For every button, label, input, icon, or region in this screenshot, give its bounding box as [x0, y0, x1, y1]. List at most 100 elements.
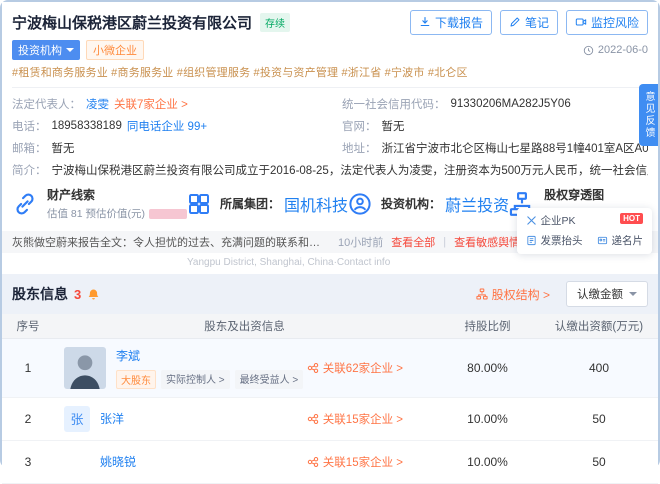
relation-nodes-icon — [307, 413, 319, 425]
investor-org-label: 投资机构： — [381, 195, 441, 212]
related-companies-label: 关联15家企业 > — [323, 411, 403, 427]
column-header-ratio: 持股比例 — [435, 314, 540, 338]
company-info-grid: 法定代表人： 凌雯 关联7家企业 > 统一社会信用代码： 91330206MA2… — [12, 96, 648, 178]
small-enterprise-tag: 小微企业 — [86, 40, 144, 60]
company-pk-label: 企业PK — [541, 213, 576, 228]
monitor-risk-button[interactable]: 监控风险 — [566, 10, 648, 35]
business-card-button[interactable]: 递名片 — [597, 233, 644, 248]
investor-tag[interactable]: 投资机构 — [12, 40, 80, 60]
column-header-amount: 认缴出资额(万元) — [540, 314, 658, 338]
translation-overlay-text: Yangpu District, Shanghai, China·Contact… — [187, 257, 658, 272]
legal-rep-link[interactable]: 凌雯 — [86, 96, 109, 112]
shareholder-row: 1 李斌 大股东 实际控制人 > 最终受益人 > — [2, 338, 658, 397]
related-companies-link[interactable]: 关联62家企业 > — [307, 360, 403, 376]
chevron-down-icon — [66, 48, 74, 56]
asset-clue-sub: 估值 81 预估价值(元) — [47, 206, 145, 221]
shareholding-ratio: 80.00% — [435, 338, 540, 397]
shareholder-avatar-initial[interactable]: 张 — [64, 406, 90, 432]
industry-hashtags[interactable]: #租赁和商务服务业 #商务服务业 #组织管理服务 #投资与资产管理 #浙江省 #… — [12, 64, 648, 80]
download-report-label: 下载报告 — [435, 14, 483, 31]
invoice-title-button[interactable]: 发票抬头 — [526, 233, 583, 248]
shareholding-ratio: 10.00% — [435, 397, 540, 440]
asset-clue-title: 财产线索 — [47, 186, 187, 203]
pencil-icon — [509, 16, 521, 28]
note-button[interactable]: 笔记 — [500, 10, 558, 35]
equity-structure-link[interactable]: 股权结构 > — [476, 286, 550, 303]
group-card[interactable]: 所属集团： 国机科技 — [187, 186, 348, 221]
floating-toolbar: 企业PK 发票抬头 HOT 递名片 — [517, 208, 653, 254]
address-label: 地址： — [342, 140, 377, 156]
asset-clue-card[interactable]: 财产线索 估值 81 预估价值(元) — [12, 186, 187, 221]
hot-badge: HOT — [620, 213, 643, 224]
major-shareholder-tag: 大股东 — [116, 370, 156, 389]
row-index: 2 — [2, 397, 54, 440]
credit-code-label: 统一社会信用代码： — [342, 96, 446, 112]
related-companies-link[interactable]: 关联15家企业 > — [307, 411, 403, 427]
group-link[interactable]: 国机科技 — [284, 192, 348, 216]
chain-link-icon — [12, 191, 38, 217]
company-header-card: 宁波梅山保税港区蔚兰投资有限公司 存续 下载报告 笔记 监控风险 投资机构 小微… — [2, 2, 658, 231]
intro-text: 宁波梅山保税港区蔚兰投资有限公司成立于2016-08-25，法定代表人为凌雯，注… — [52, 162, 649, 178]
subscribed-amount: 400 — [540, 338, 658, 397]
download-report-button[interactable]: 下载报告 — [410, 10, 492, 35]
monitor-camera-icon — [575, 16, 587, 28]
phone-label: 电话： — [12, 118, 47, 134]
clock-icon — [583, 45, 594, 56]
shareholders-title: 股东信息 — [12, 284, 68, 304]
subscribed-amount: 50 — [540, 397, 658, 440]
note-label: 笔记 — [525, 14, 549, 31]
monitor-risk-label: 监控风险 — [591, 14, 639, 31]
equity-penetration-title: 股权穿透图 — [544, 186, 628, 203]
company-pk-button[interactable]: 企业PK — [526, 213, 583, 228]
business-card-icon — [597, 235, 608, 246]
equity-structure-label: 股权结构 > — [492, 286, 550, 303]
shareholders-count: 3 — [74, 287, 81, 302]
group-label: 所属集团： — [220, 195, 280, 212]
credit-code-value: 91330206MA282J5Y06 — [451, 98, 571, 110]
grid-icon — [187, 192, 211, 216]
shareholding-ratio: 10.00% — [435, 440, 540, 483]
column-header-index: 序号 — [2, 314, 54, 338]
intro-label: 简介： — [12, 162, 47, 178]
view-all-news-link[interactable]: 查看全部 — [391, 234, 435, 250]
shareholder-row: 2 张 张洋 关联15家企业 > 10 — [2, 397, 658, 440]
shareholder-row: 3 姚晓锐 关联15家企业 > 10 — [2, 440, 658, 483]
row-index: 3 — [2, 440, 54, 483]
feedback-side-tab[interactable]: 意见反馈 — [639, 84, 658, 146]
shareholders-table: 序号 股东及出资信息 持股比例 认缴出资额(万元) 1 — [2, 314, 658, 484]
amount-filter-label: 认缴金额 — [577, 286, 623, 302]
website-label: 官网： — [342, 118, 377, 134]
shareholder-name-link[interactable]: 姚晓锐 — [100, 453, 136, 470]
avatar-placeholder — [64, 449, 90, 475]
invoice-title-label: 发票抬头 — [541, 233, 583, 248]
same-phone-link[interactable]: 同电话企业 99+ — [127, 118, 207, 134]
shareholder-name-link[interactable]: 李斌 — [116, 347, 303, 364]
bell-icon[interactable] — [87, 288, 100, 301]
status-badge: 存续 — [260, 13, 290, 32]
legal-rep-label: 法定代表人： — [12, 96, 81, 112]
update-date: 2022-06-0 — [583, 44, 648, 56]
investor-org-card[interactable]: 投资机构： 蔚兰投资 — [348, 186, 509, 221]
shareholders-section: 股东信息 3 股权结构 > 认缴金额 序号 股东及出资信息 持股比例 认缴出资额… — [2, 274, 658, 484]
company-title: 宁波梅山保税港区蔚兰投资有限公司 — [12, 12, 252, 33]
pk-swords-icon — [526, 215, 537, 226]
structure-icon — [476, 288, 488, 300]
legal-rep-related-link[interactable]: 关联7家企业 > — [114, 96, 188, 112]
amount-filter-button[interactable]: 认缴金额 — [566, 281, 648, 307]
related-companies-link[interactable]: 关联15家企业 > — [307, 454, 403, 470]
related-companies-label: 关联62家企业 > — [323, 360, 403, 376]
shareholder-avatar-photo[interactable] — [64, 347, 106, 389]
actual-controller-tag[interactable]: 实际控制人 > — [161, 370, 230, 389]
row-index: 1 — [2, 338, 54, 397]
address-value: 浙江省宁波市北仑区梅山七星路88号1幢401室A区A02... — [382, 140, 649, 156]
shareholder-name-link[interactable]: 张洋 — [100, 410, 124, 427]
related-companies-label: 关联15家企业 > — [323, 454, 403, 470]
relation-nodes-icon — [307, 362, 319, 374]
redacted-value — [149, 209, 187, 219]
final-beneficiary-tag[interactable]: 最终受益人 > — [235, 370, 304, 389]
investor-org-link[interactable]: 蔚兰投资 — [445, 192, 509, 216]
subscribed-amount: 50 — [540, 440, 658, 483]
news-headline-link[interactable]: 灰熊做空蔚来报告全文：令人担忧的过去、充满问题的联系和假账... — [12, 234, 330, 250]
email-label: 邮箱： — [12, 140, 47, 156]
column-header-info: 股东及出资信息 — [54, 314, 435, 338]
